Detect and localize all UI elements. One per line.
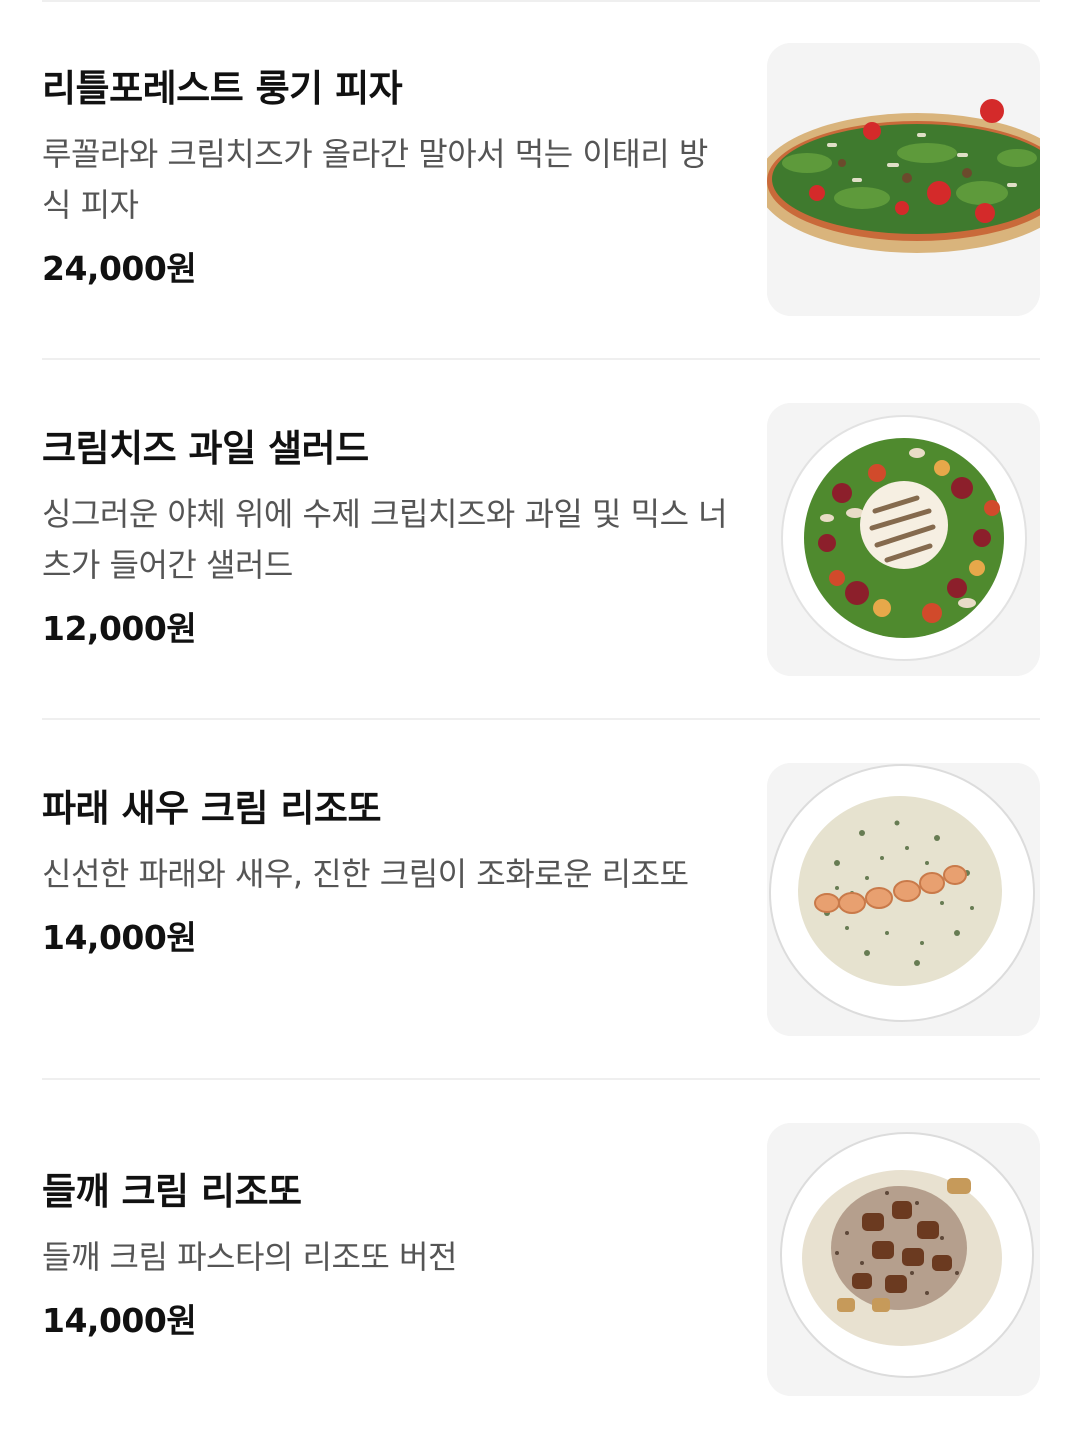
top-divider (42, 0, 1040, 2)
menu-item-name: 리틀포레스트 룽기 피자 (42, 67, 403, 110)
menu-item-text: 리틀포레스트 룽기 피자 루꼴라와 크림치즈가 올라간 말아서 먹는 이태리 방… (42, 65, 732, 291)
divider (42, 718, 1040, 720)
divider (42, 1078, 1040, 1080)
menu-item-price: 12,000원 (42, 609, 197, 648)
menu-item-text: 파래 새우 크림 리조또 신선한 파래와 새우, 진한 크림이 조화로운 리조또… (42, 785, 732, 960)
perilla-risotto-photo-icon[interactable] (767, 1123, 1040, 1396)
divider (42, 358, 1040, 360)
menu-item-name: 파래 새우 크림 리조또 (42, 787, 382, 830)
pizza-illustration (767, 43, 1040, 316)
item-divider (42, 358, 1040, 360)
menu-item-price: 14,000원 (42, 1301, 197, 1340)
menu-item-description: 싱그러운 야체 위에 수제 크립치즈와 과일 및 믹스 너츠가 들어간 샐러드 (42, 495, 728, 584)
salad-illustration (767, 403, 1040, 676)
menu-item-price: 14,000원 (42, 918, 197, 957)
menu-item-description: 신선한 파래와 새우, 진한 크림이 조화로운 리조또 (42, 855, 689, 893)
menu-item-name: 들깨 크림 리조또 (42, 1170, 302, 1213)
salad-photo-icon[interactable] (767, 403, 1040, 676)
menu-item-text: 들깨 크림 리조또 들깨 크림 파스타의 리조또 버전 14,000원 (42, 1168, 732, 1343)
pizza-photo-icon[interactable] (767, 43, 1040, 316)
item-divider (42, 1078, 1040, 1080)
shrimp-risotto-photo-icon[interactable] (767, 763, 1040, 1036)
perilla-risotto-illustration (767, 1123, 1040, 1396)
menu-item-description: 루꼴라와 크림치즈가 올라간 말아서 먹는 이태리 방식 피자 (42, 135, 708, 224)
shrimp-risotto-illustration (767, 763, 1040, 1036)
item-divider (42, 718, 1040, 720)
menu-item-text: 크림치즈 과일 샐러드 싱그러운 야체 위에 수제 크립치즈와 과일 및 믹스 … (42, 425, 732, 651)
menu-item-name: 크림치즈 과일 샐러드 (42, 427, 369, 470)
menu-item-description: 들깨 크림 파스타의 리조또 버전 (42, 1238, 457, 1276)
menu-item-price: 24,000원 (42, 249, 197, 288)
